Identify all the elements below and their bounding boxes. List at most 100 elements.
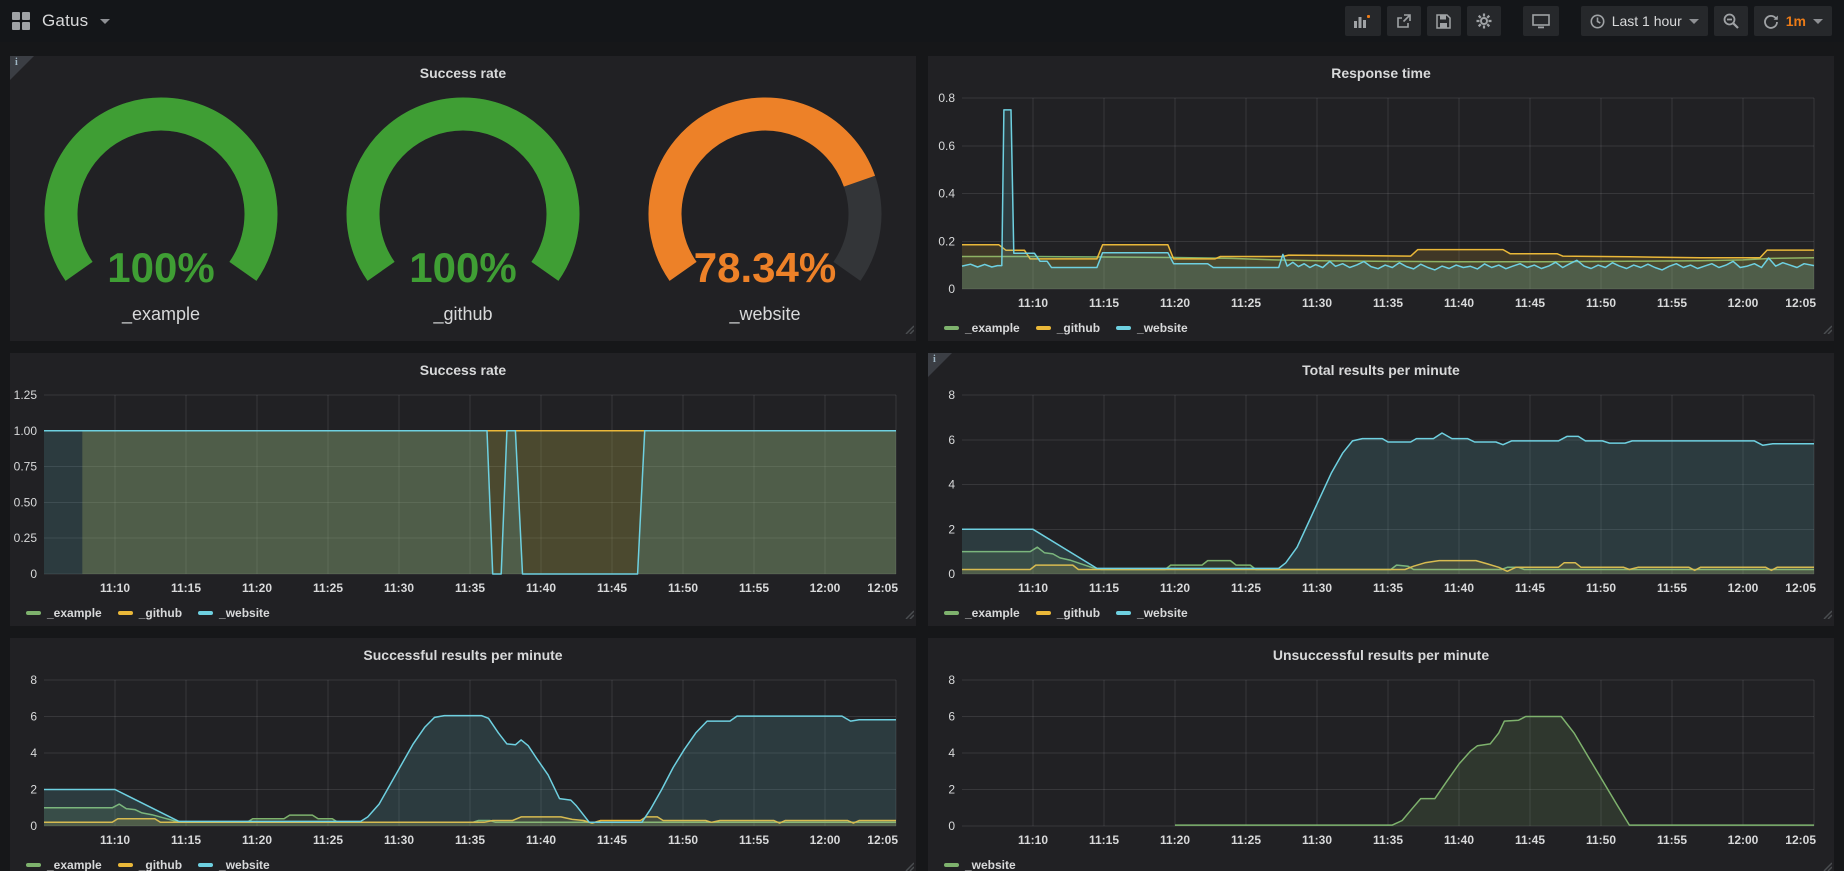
- svg-text:11:20: 11:20: [1160, 581, 1190, 595]
- monitor-icon: [1532, 14, 1550, 29]
- successful-results-chart: 0246811:1011:1511:2011:2511:3011:3511:40…: [10, 638, 916, 871]
- svg-text:11:10: 11:10: [100, 833, 130, 847]
- panel-resize-handle[interactable]: [1822, 321, 1832, 339]
- time-range-button[interactable]: Last 1 hour: [1581, 6, 1708, 36]
- legend-item[interactable]: _example: [944, 321, 1020, 335]
- gauges-area: 100%_example100%_github78.34%_website: [10, 56, 916, 341]
- svg-text:11:20: 11:20: [1160, 296, 1190, 310]
- legend-swatch: [26, 863, 41, 867]
- legend-item[interactable]: _github: [118, 858, 182, 871]
- legend-item[interactable]: _github: [1036, 606, 1100, 620]
- legend-item[interactable]: _github: [1036, 321, 1100, 335]
- panel-title[interactable]: Success rate: [10, 353, 916, 378]
- chart-plot[interactable]: 00.20.40.60.811:1011:1511:2011:2511:3011…: [928, 56, 1834, 341]
- legend-label: _website: [1137, 321, 1188, 335]
- panel-resize-handle[interactable]: [904, 858, 914, 871]
- legend-swatch: [118, 863, 133, 867]
- legend-item[interactable]: _website: [198, 606, 270, 620]
- svg-text:11:30: 11:30: [384, 581, 414, 595]
- svg-text:11:50: 11:50: [668, 581, 698, 595]
- svg-text:11:30: 11:30: [1302, 833, 1332, 847]
- panel-resize-handle[interactable]: [904, 321, 914, 339]
- svg-text:11:40: 11:40: [526, 581, 556, 595]
- legend-item[interactable]: _website: [1116, 606, 1188, 620]
- svg-text:8: 8: [30, 673, 37, 687]
- navbar: Gatus: [0, 0, 1844, 42]
- zoom-out-button[interactable]: [1714, 6, 1748, 36]
- apps-grid-icon[interactable]: [12, 12, 30, 30]
- legend-label: _example: [965, 606, 1020, 620]
- legend-label: _example: [47, 606, 102, 620]
- svg-text:11:40: 11:40: [1444, 581, 1474, 595]
- gauge-_github: 100%_github: [312, 86, 614, 341]
- legend-swatch: [1116, 326, 1131, 330]
- save-button[interactable]: [1427, 6, 1461, 36]
- legend-swatch: [1036, 611, 1051, 615]
- svg-text:0: 0: [30, 819, 37, 833]
- svg-text:11:40: 11:40: [1444, 296, 1474, 310]
- panel-title[interactable]: Total results per minute: [928, 353, 1834, 378]
- panel-resize-handle[interactable]: [1822, 606, 1832, 624]
- svg-text:6: 6: [30, 710, 37, 724]
- svg-text:12:05: 12:05: [867, 581, 898, 595]
- share-button[interactable]: [1387, 6, 1421, 36]
- svg-text:11:50: 11:50: [1586, 296, 1616, 310]
- dashboard-title[interactable]: Gatus: [42, 11, 88, 31]
- gear-icon: [1476, 13, 1492, 29]
- svg-text:11:30: 11:30: [1302, 581, 1332, 595]
- legend-label: _website: [965, 858, 1016, 871]
- panel-info-corner[interactable]: i: [928, 353, 952, 377]
- tv-mode-button[interactable]: [1523, 6, 1559, 36]
- svg-text:1.00: 1.00: [14, 424, 38, 438]
- svg-text:4: 4: [30, 746, 37, 760]
- panel-success-rate-gauges: Success rate 100%_example100%_github78.3…: [10, 56, 916, 341]
- time-range-caret-icon: [1689, 19, 1699, 24]
- response-time-chart: 00.20.40.60.811:1011:1511:2011:2511:3011…: [928, 56, 1834, 341]
- svg-text:12:05: 12:05: [1785, 833, 1816, 847]
- svg-text:0.75: 0.75: [14, 460, 38, 474]
- chart-plot[interactable]: 00.250.500.751.001.2511:1011:1511:2011:2…: [10, 353, 916, 626]
- refresh-button[interactable]: 1m: [1754, 6, 1832, 36]
- chart-plot[interactable]: 0246811:1011:1511:2011:2511:3011:3511:40…: [928, 353, 1834, 626]
- dashboard-dropdown-caret-icon[interactable]: [100, 19, 110, 24]
- panel-title[interactable]: Response time: [928, 56, 1834, 81]
- share-icon: [1396, 14, 1412, 29]
- svg-text:11:55: 11:55: [1657, 833, 1687, 847]
- panel-title[interactable]: Unsuccessful results per minute: [928, 638, 1834, 663]
- svg-text:12:00: 12:00: [1728, 581, 1759, 595]
- svg-text:2: 2: [948, 522, 955, 536]
- legend-item[interactable]: _website: [1116, 321, 1188, 335]
- svg-text:11:55: 11:55: [1657, 581, 1687, 595]
- legend-item[interactable]: _website: [198, 858, 270, 871]
- refresh-icon: [1763, 13, 1779, 29]
- svg-text:11:35: 11:35: [455, 833, 485, 847]
- legend-item[interactable]: _example: [944, 606, 1020, 620]
- panel-resize-handle[interactable]: [1822, 858, 1832, 871]
- time-range-label: Last 1 hour: [1612, 13, 1682, 29]
- svg-text:11:15: 11:15: [1089, 833, 1119, 847]
- panel-resize-handle[interactable]: [904, 606, 914, 624]
- svg-text:11:50: 11:50: [1586, 581, 1616, 595]
- gauge-label: _example: [10, 304, 312, 325]
- settings-button[interactable]: [1467, 6, 1501, 36]
- legend-item[interactable]: _example: [26, 858, 102, 871]
- add-panel-button[interactable]: [1345, 6, 1381, 36]
- panel-info-corner[interactable]: i: [10, 56, 34, 80]
- panel-successful-results: Successful results per minute 0246811:10…: [10, 638, 916, 871]
- panel-title[interactable]: Successful results per minute: [10, 638, 916, 663]
- refresh-caret-icon: [1813, 19, 1823, 24]
- gauge-value: 100%: [10, 244, 312, 292]
- panel-title[interactable]: Success rate: [10, 56, 916, 81]
- legend-swatch: [118, 611, 133, 615]
- svg-text:0: 0: [948, 567, 955, 581]
- chart-plot[interactable]: 0246811:1011:1511:2011:2511:3011:3511:40…: [928, 638, 1834, 871]
- svg-text:0.25: 0.25: [14, 531, 38, 545]
- legend-item[interactable]: _github: [118, 606, 182, 620]
- legend-swatch: [1036, 326, 1051, 330]
- chart-plot[interactable]: 0246811:1011:1511:2011:2511:3011:3511:40…: [10, 638, 916, 871]
- legend-item[interactable]: _example: [26, 606, 102, 620]
- legend-label: _github: [1057, 606, 1100, 620]
- legend-item[interactable]: _website: [944, 858, 1016, 871]
- svg-text:0: 0: [30, 567, 37, 581]
- save-icon: [1436, 14, 1451, 29]
